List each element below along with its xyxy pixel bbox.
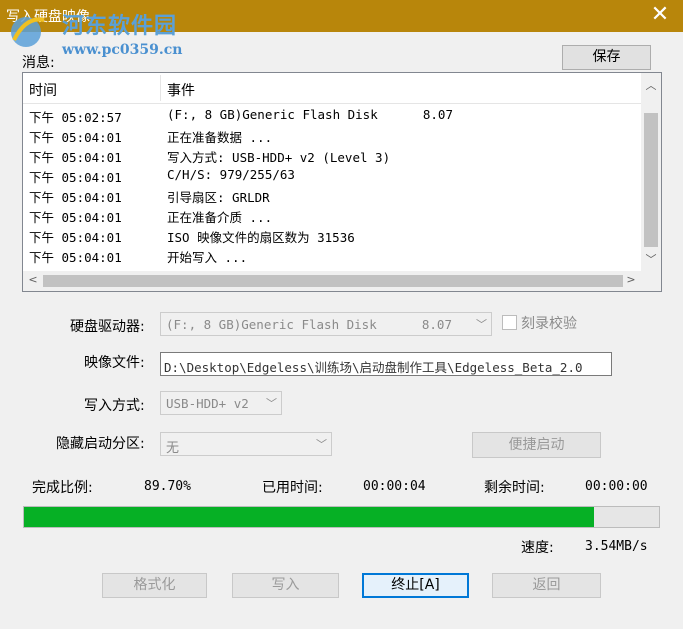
log-time: 下午 05:04:01: [29, 250, 122, 265]
watermark-url: www.pc0359.cn: [62, 42, 183, 58]
save-button[interactable]: 保存: [562, 45, 651, 70]
log-row[interactable]: 下午 05:02:57 (F:, 8 GB)Generic Flash Disk …: [23, 105, 642, 125]
log-row[interactable]: 下午 05:04:01 C/H/S: 979/255/63: [23, 165, 642, 185]
vertical-scroll-thumb[interactable]: [644, 113, 658, 247]
image-file-label: 映像文件:: [84, 355, 145, 371]
close-button[interactable]: ✕: [637, 0, 683, 32]
speed-value: 3.54MB/s: [585, 539, 648, 554]
stop-button[interactable]: 终止[A]: [362, 573, 469, 598]
verify-checkbox[interactable]: [502, 315, 517, 330]
log-time: 下午 05:04:01: [29, 170, 122, 185]
write-method-label: 写入方式:: [84, 398, 145, 414]
elapsed-label: 已用时间:: [262, 480, 323, 496]
back-button[interactable]: 返回: [492, 573, 601, 598]
verify-label[interactable]: 刻录校验: [521, 313, 577, 333]
log-row[interactable]: 下午 05:04:01 ISO 映像文件的扇区数为 31536: [23, 225, 642, 245]
format-button[interactable]: 格式化: [102, 573, 207, 598]
close-icon: ✕: [650, 2, 670, 27]
log-time: 下午 05:04:01: [29, 130, 122, 145]
horizontal-scrollbar[interactable]: < >: [23, 271, 642, 291]
log-time: 下午 05:04:01: [29, 210, 122, 225]
vertical-scrollbar[interactable]: ︿ ﹀: [641, 73, 661, 271]
drive-select[interactable]: (F:, 8 GB)Generic Flash Disk 8.07 ﹀: [160, 312, 492, 336]
log-row[interactable]: 下午 05:04:01 正在准备介质 ...: [23, 205, 642, 225]
chevron-down-icon[interactable]: ﹀: [641, 251, 661, 267]
elapsed-value: 00:00:04: [363, 479, 426, 494]
chevron-left-icon[interactable]: <: [23, 273, 43, 286]
log-time: 下午 05:04:01: [29, 190, 122, 205]
log-event: 正在准备数据 ...: [167, 130, 273, 145]
write-method-select[interactable]: USB-HDD+ v2 ﹀: [160, 391, 282, 415]
horizontal-scroll-thumb[interactable]: [43, 275, 623, 287]
log-event: 引导扇区: GRLDR: [167, 190, 270, 205]
messages-label: 消息:: [22, 55, 55, 71]
log-time: 下午 05:04:01: [29, 230, 122, 245]
completion-value: 89.70%: [144, 479, 191, 494]
log-event: 写入方式: USB-HDD+ v2 (Level 3): [167, 150, 391, 165]
log-row[interactable]: 下午 05:04:01 引导扇区: GRLDR: [23, 185, 642, 205]
watermark-logo: [11, 17, 45, 47]
image-file-field[interactable]: D:\Desktop\Edgeless\训练场\启动盘制作工具\Edgeless…: [160, 352, 612, 376]
remaining-value: 00:00:00: [585, 479, 648, 494]
quick-boot-button[interactable]: 便捷启动: [472, 432, 601, 458]
watermark-site-name: 河东软件园: [62, 13, 178, 39]
log-event: 正在准备介质 ...: [167, 210, 273, 225]
remaining-label: 剩余时间:: [484, 480, 545, 496]
completion-label: 完成比例:: [32, 480, 93, 496]
scroll-corner: [641, 271, 661, 291]
log-time: 下午 05:04:01: [29, 150, 122, 165]
image-file-value: D:\Desktop\Edgeless\训练场\启动盘制作工具\Edgeless…: [164, 360, 583, 375]
speed-label: 速度:: [521, 540, 554, 556]
log-header: 时间 事件: [23, 73, 642, 104]
log-event: (F:, 8 GB)Generic Flash Disk 8.07: [167, 107, 453, 122]
log-event: C/H/S: 979/255/63: [167, 167, 295, 182]
log-time: 下午 05:02:57: [29, 110, 122, 125]
chevron-down-icon: ﹀: [476, 318, 487, 331]
hidden-partition-select[interactable]: 无 ﹀: [160, 432, 332, 456]
column-divider[interactable]: [160, 75, 161, 101]
log-row[interactable]: 下午 05:04:01 写入方式: USB-HDD+ v2 (Level 3): [23, 145, 642, 165]
column-header-time[interactable]: 时间: [29, 80, 57, 100]
column-header-event[interactable]: 事件: [167, 80, 195, 100]
progress-fill: [24, 507, 594, 527]
chevron-right-icon[interactable]: >: [621, 273, 641, 286]
log-row[interactable]: 下午 05:04:01 正在准备数据 ...: [23, 125, 642, 145]
drive-label: 硬盘驱动器:: [70, 319, 145, 335]
chevron-up-icon[interactable]: ︿: [641, 77, 661, 93]
hidden-partition-value: 无: [166, 441, 180, 456]
message-log: 时间 事件 下午 05:02:57 (F:, 8 GB)Generic Flash…: [22, 72, 662, 292]
log-event: ISO 映像文件的扇区数为 31536: [167, 230, 355, 245]
write-button[interactable]: 写入: [232, 573, 339, 598]
hidden-partition-label: 隐藏启动分区:: [56, 436, 145, 452]
log-row[interactable]: 下午 05:04:01 开始写入 ...: [23, 245, 642, 265]
log-event: 开始写入 ...: [167, 250, 248, 265]
chevron-down-icon: ﹀: [266, 397, 277, 410]
progress-bar: [23, 506, 660, 528]
chevron-down-icon: ﹀: [316, 438, 327, 451]
write-method-value: USB-HDD+ v2: [166, 396, 249, 411]
drive-value: (F:, 8 GB)Generic Flash Disk 8.07: [166, 317, 452, 332]
